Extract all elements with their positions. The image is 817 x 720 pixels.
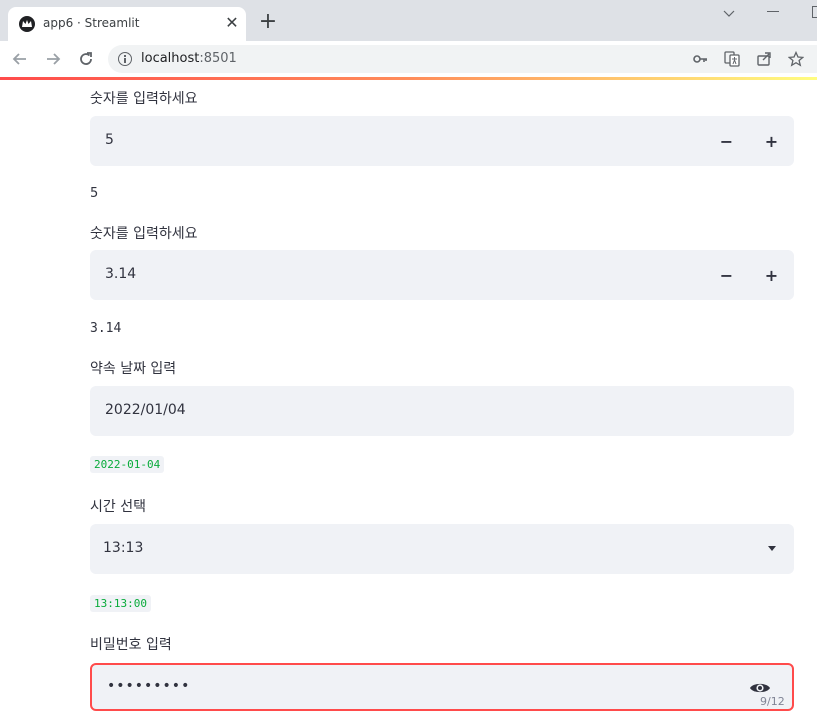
translate-icon[interactable] — [724, 51, 740, 67]
date-output-code: 2022-01-04 — [90, 456, 165, 473]
float-number-input[interactable]: 3.14 − + — [90, 250, 794, 300]
maximize-icon[interactable] — [812, 6, 817, 18]
int-output-text: 5 — [90, 186, 99, 201]
float-input-value[interactable]: 3.14 — [105, 266, 136, 282]
star-icon[interactable] — [787, 50, 805, 67]
int-input-label: 숫자를 입력하세요 — [90, 91, 198, 107]
float-input-label: 숫자를 입력하세요 — [90, 226, 198, 242]
minus-icon[interactable]: − — [704, 116, 749, 166]
time-output-code: 13:13:00 — [90, 595, 151, 612]
password-input-value[interactable]: ••••••••• — [107, 678, 190, 694]
close-icon[interactable]: ✕ — [224, 15, 240, 31]
address-bar[interactable]: localhost:8501 — [108, 45, 817, 73]
time-select[interactable]: 13:13 — [90, 524, 794, 574]
key-icon[interactable] — [692, 51, 708, 67]
password-input[interactable]: ••••••••• 9/12 — [90, 663, 794, 711]
int-input-value[interactable]: 5 — [105, 132, 114, 148]
browser-tabstrip: app6 · Streamlit ✕ + — [0, 0, 817, 41]
plus-icon[interactable]: + — [258, 11, 278, 33]
eye-icon[interactable] — [749, 680, 771, 694]
password-char-count: 9/12 — [760, 695, 785, 708]
float-output-text: 3.14 — [90, 321, 122, 336]
browser-tab[interactable]: app6 · Streamlit ✕ — [8, 7, 246, 41]
streamlit-crown-icon — [19, 16, 35, 32]
tab-title: app6 · Streamlit — [43, 16, 140, 30]
caret-down-icon[interactable] — [768, 546, 776, 551]
date-input-label: 약속 날짜 입력 — [90, 361, 177, 377]
password-input-label: 비밀번호 입력 — [90, 637, 172, 653]
reload-icon[interactable] — [76, 49, 96, 69]
arrow-left-icon[interactable] — [10, 49, 30, 69]
share-icon[interactable] — [756, 51, 772, 67]
minus-icon[interactable]: − — [704, 250, 749, 300]
info-icon[interactable] — [118, 52, 132, 66]
url-text[interactable]: localhost:8501 — [141, 51, 237, 66]
int-number-input[interactable]: 5 − + — [90, 116, 794, 166]
arrow-right-icon[interactable] — [43, 49, 63, 69]
date-input[interactable]: 2022/01/04 — [90, 386, 794, 436]
time-input-label: 시간 선택 — [90, 499, 146, 515]
minimize-icon[interactable] — [767, 11, 779, 12]
browser-toolbar: localhost:8501 — [0, 41, 817, 77]
chevron-down-icon[interactable] — [721, 5, 737, 21]
streamlit-main: 숫자를 입력하세요 5 − + 5 숫자를 입력하세요 3.14 − + 3.1… — [0, 80, 817, 720]
time-select-value[interactable]: 13:13 — [103, 540, 143, 556]
plus-icon[interactable]: + — [749, 116, 794, 166]
date-input-value[interactable]: 2022/01/04 — [105, 402, 186, 418]
plus-icon[interactable]: + — [749, 250, 794, 300]
